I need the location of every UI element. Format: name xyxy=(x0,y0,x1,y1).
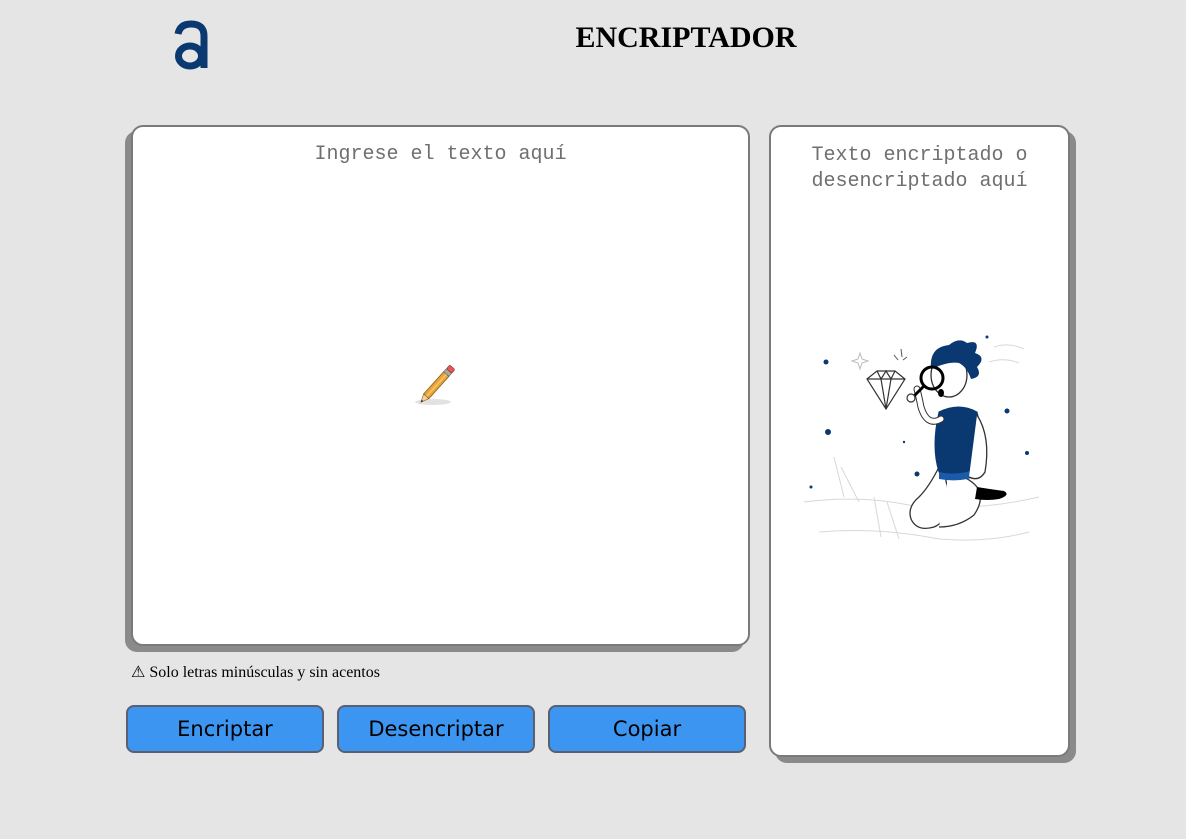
text-input[interactable] xyxy=(133,127,748,644)
alura-logo-icon xyxy=(174,20,208,70)
page-title: ENCRIPTADOR xyxy=(575,21,797,54)
input-warning: ⚠ Solo letras minúsculas y sin acentos xyxy=(131,664,380,681)
input-card xyxy=(131,125,750,646)
output-card: Texto encriptado o desencriptado aquí xyxy=(769,125,1070,757)
copy-button[interactable]: Copiar xyxy=(548,705,746,753)
output-placeholder-text: Texto encriptado o desencriptado aquí xyxy=(811,144,1028,193)
search-illustration xyxy=(803,335,1040,541)
encrypt-button[interactable]: Encriptar xyxy=(126,705,324,753)
decrypt-button[interactable]: Desencriptar xyxy=(337,705,535,753)
